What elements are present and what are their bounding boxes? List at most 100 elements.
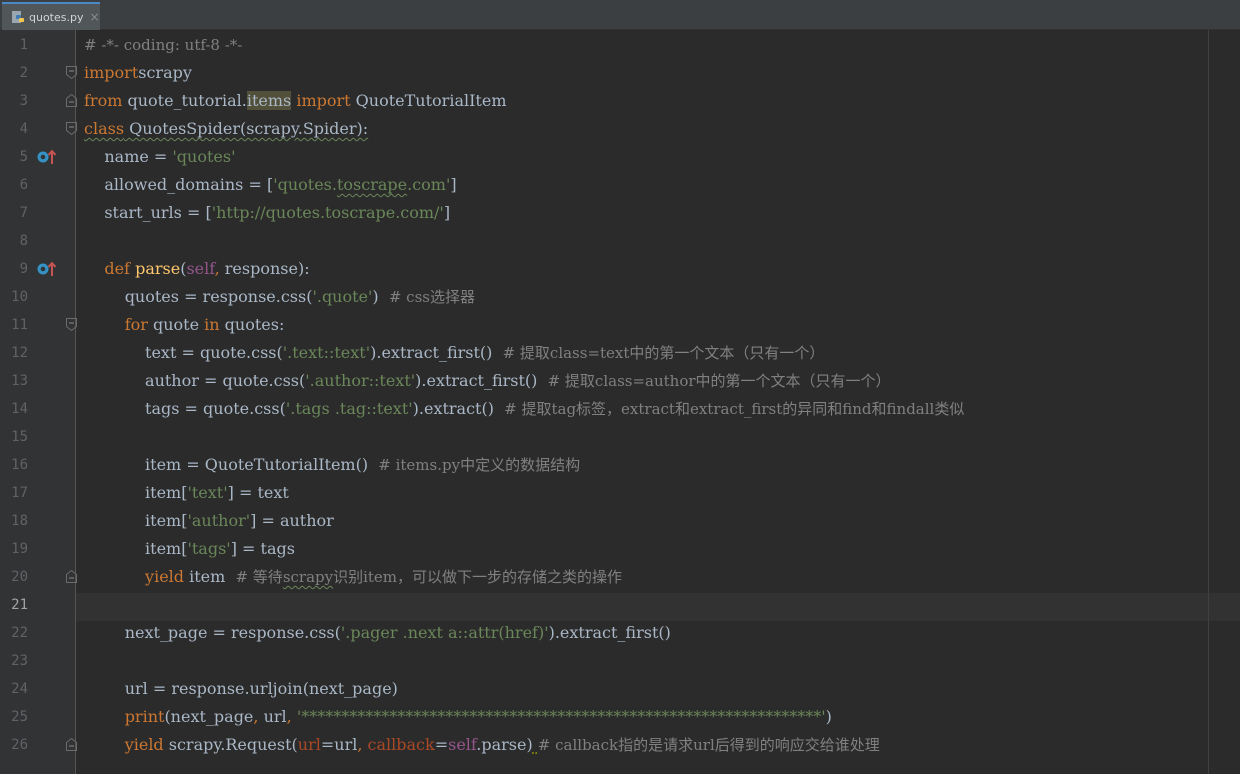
code-token: text = quote.css( xyxy=(84,343,283,362)
code-text: allowed_domains = ['quotes.toscrape.com'… xyxy=(84,171,457,199)
code-line[interactable]: 19 item['tags'] = tags xyxy=(0,535,1240,563)
code-text: start_urls = ['http://quotes.toscrape.co… xyxy=(84,199,450,227)
code-token: class xyxy=(84,119,125,138)
fold-marker-icon[interactable] xyxy=(66,318,77,331)
code-line[interactable]: 13 author = quote.css('.author::text').e… xyxy=(0,367,1240,395)
fold-marker-icon[interactable] xyxy=(66,94,77,107)
code-token: ).extract_first() xyxy=(548,623,671,642)
code-line[interactable]: 21 xyxy=(0,591,1240,619)
code-token: .parse) xyxy=(476,735,533,754)
line-number: 23 xyxy=(11,653,28,669)
code-token: scrapy xyxy=(282,568,334,586)
code-line[interactable]: 14 tags = quote.css('.tags .tag::text').… xyxy=(0,395,1240,423)
code-token: ] = author xyxy=(250,511,334,530)
code-token: url = response.urljoin(next_page) xyxy=(84,679,398,698)
code-line[interactable]: 16 item = QuoteTutorialItem() # items.py… xyxy=(0,451,1240,479)
code-line[interactable]: 9 def parse(self, response): xyxy=(0,255,1240,283)
override-method-icon[interactable] xyxy=(36,148,58,166)
code-text: def parse(self, response): xyxy=(84,255,309,283)
fold-marker-icon[interactable] xyxy=(66,738,77,751)
line-number: 22 xyxy=(11,625,28,641)
line-number: 3 xyxy=(19,93,28,109)
code-editor[interactable]: 1 # -*- coding: utf-8 -*- 2 import scrapy 3 fr… xyxy=(0,30,1240,774)
line-number: 18 xyxy=(11,513,28,529)
code-token: next_page = response.css( xyxy=(84,623,341,642)
code-text: item = QuoteTutorialItem() # items.py中定义… xyxy=(84,451,580,479)
code-token: =url xyxy=(320,735,358,754)
code-line[interactable]: 4 class QuotesSpider(scrapy.Spider): xyxy=(0,115,1240,143)
code-text: for quote in quotes: xyxy=(84,311,285,339)
fold-marker-icon[interactable] xyxy=(66,122,77,135)
code-token: # css选择器 xyxy=(388,288,475,306)
fold-marker-icon[interactable] xyxy=(66,66,77,79)
code-line[interactable]: 10 quotes = response.css('.quote') # css… xyxy=(0,283,1240,311)
code-token: ] xyxy=(443,203,451,222)
line-number: 9 xyxy=(19,261,28,277)
code-token: tags = quote.css( xyxy=(84,399,286,418)
code-token: self xyxy=(448,735,477,754)
code-token: ).extract_first() xyxy=(415,371,548,390)
code-token: yield xyxy=(124,735,164,754)
code-line[interactable]: 25 print(next_page, url, '**************… xyxy=(0,703,1240,731)
code-line[interactable]: 6 allowed_domains = ['quotes.toscrape.co… xyxy=(0,171,1240,199)
code-token: quotes: xyxy=(219,315,285,334)
code-token: '.tags .tag::text' xyxy=(285,399,413,418)
code-line[interactable]: 3 from quote_tutorial.items import QuoteT… xyxy=(0,87,1240,115)
code-text: text = quote.css('.text::text').extract_… xyxy=(84,339,824,367)
code-token: '***************************************… xyxy=(296,707,826,726)
line-number: 7 xyxy=(19,205,28,221)
editor-tab-bar: quotes.py × xyxy=(0,0,1240,30)
code-token: ) xyxy=(372,287,389,306)
code-line[interactable]: 26 yield scrapy.Request(url=url, callbac… xyxy=(0,731,1240,759)
close-tab-icon[interactable]: × xyxy=(89,10,99,24)
override-method-icon[interactable] xyxy=(36,260,58,278)
code-token: 'tags' xyxy=(187,539,231,558)
code-token: in xyxy=(204,315,220,334)
code-token: # 等待 xyxy=(235,568,283,586)
code-token: 'text' xyxy=(187,483,228,502)
code-token: def xyxy=(104,259,130,278)
code-text: item['text'] = text xyxy=(84,479,289,507)
code-line[interactable]: 18 item['author'] = author xyxy=(0,507,1240,535)
line-number: 16 xyxy=(11,457,28,473)
code-token: print xyxy=(124,707,165,726)
code-line[interactable]: 22 next_page = response.css('.pager .nex… xyxy=(0,619,1240,647)
code-line[interactable]: 17 item['text'] = text xyxy=(0,479,1240,507)
code-line[interactable]: 15 xyxy=(0,423,1240,451)
code-line[interactable]: 7 start_urls = ['http://quotes.toscrape.… xyxy=(0,199,1240,227)
code-line[interactable]: 1 # -*- coding: utf-8 -*- xyxy=(0,31,1240,59)
code-text: name = 'quotes' xyxy=(84,143,235,171)
code-line[interactable]: 20 yield item # 等待scrapy识别item，可以做下一步的存储… xyxy=(0,563,1240,591)
code-token: 'author' xyxy=(187,511,251,530)
code-token: item[ xyxy=(84,511,188,530)
code-line[interactable]: 5 name = 'quotes' xyxy=(0,143,1240,171)
code-line[interactable]: 24 url = response.urljoin(next_page) xyxy=(0,675,1240,703)
code-token: ).extract_first() xyxy=(370,343,503,362)
line-number: 2 xyxy=(19,65,28,81)
code-text: tags = quote.css('.tags .tag::text').ext… xyxy=(84,395,964,423)
code-token: ] xyxy=(450,175,457,194)
line-number: 14 xyxy=(11,401,28,417)
fold-marker-icon[interactable] xyxy=(66,570,77,583)
code-line[interactable]: 2 importscrapy xyxy=(0,59,1240,87)
code-text: yield item # 等待scrapy识别item，可以做下一步的存储之类的… xyxy=(84,563,622,591)
code-token: ] = text xyxy=(227,483,289,502)
code-text: class QuotesSpider(scrapy.Spider): xyxy=(84,115,368,143)
code-line[interactable]: 12 text = quote.css('.text::text').extra… xyxy=(0,339,1240,367)
tab-quotes-py[interactable]: quotes.py × xyxy=(2,2,100,30)
code-line[interactable]: 8 xyxy=(0,227,1240,255)
code-line[interactable]: 23 xyxy=(0,647,1240,675)
code-token: quote_tutorial. xyxy=(122,91,247,110)
code-token: quote xyxy=(147,315,205,334)
code-token: .com' xyxy=(407,175,451,194)
code-token: import xyxy=(84,63,139,82)
code-token: url xyxy=(297,735,321,754)
code-token: item = QuoteTutorialItem() xyxy=(84,455,379,474)
code-token: 'quotes. xyxy=(273,175,337,194)
code-token: allowed_domains = [ xyxy=(84,175,274,194)
code-token: scrapy.Request( xyxy=(163,735,298,754)
code-line[interactable]: 11 for quote in quotes: xyxy=(0,311,1240,339)
code-token: 'http://quotes.toscrape.com/' xyxy=(211,203,444,222)
